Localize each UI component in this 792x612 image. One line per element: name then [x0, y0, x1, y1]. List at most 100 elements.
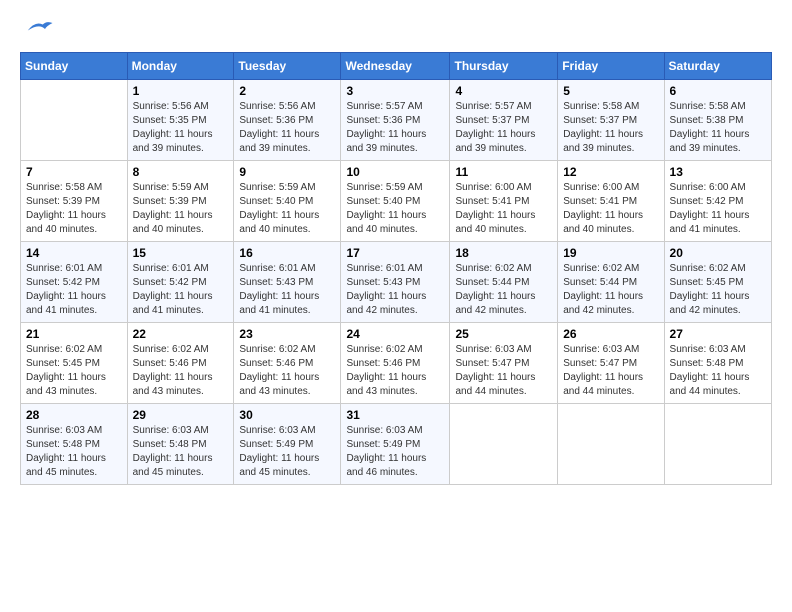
- calendar-cell: 28 Sunrise: 6:03 AMSunset: 5:48 PMDaylig…: [21, 404, 128, 485]
- day-info: Sunrise: 5:59 AMSunset: 5:40 PMDaylight:…: [346, 181, 444, 237]
- header-saturday: Saturday: [664, 53, 771, 80]
- calendar-cell: 11 Sunrise: 6:00 AMSunset: 5:41 PMDaylig…: [450, 161, 558, 242]
- day-number: 7: [26, 165, 122, 179]
- day-info: Sunrise: 6:03 AMSunset: 5:49 PMDaylight:…: [239, 424, 335, 480]
- day-info: Sunrise: 6:03 AMSunset: 5:48 PMDaylight:…: [26, 424, 122, 480]
- calendar-cell: 14 Sunrise: 6:01 AMSunset: 5:42 PMDaylig…: [21, 242, 128, 323]
- day-info: Sunrise: 6:03 AMSunset: 5:47 PMDaylight:…: [455, 343, 552, 399]
- day-number: 15: [133, 246, 229, 260]
- day-number: 16: [239, 246, 335, 260]
- day-number: 17: [346, 246, 444, 260]
- day-number: 11: [455, 165, 552, 179]
- calendar-header-row: SundayMondayTuesdayWednesdayThursdayFrid…: [21, 53, 772, 80]
- page-header: [20, 20, 772, 42]
- day-info: Sunrise: 5:56 AMSunset: 5:36 PMDaylight:…: [239, 100, 335, 156]
- calendar-cell: 16 Sunrise: 6:01 AMSunset: 5:43 PMDaylig…: [234, 242, 341, 323]
- calendar-cell: 26 Sunrise: 6:03 AMSunset: 5:47 PMDaylig…: [558, 323, 664, 404]
- header-monday: Monday: [127, 53, 234, 80]
- header-wednesday: Wednesday: [341, 53, 450, 80]
- calendar-cell: 15 Sunrise: 6:01 AMSunset: 5:42 PMDaylig…: [127, 242, 234, 323]
- day-info: Sunrise: 6:01 AMSunset: 5:43 PMDaylight:…: [346, 262, 444, 318]
- calendar-cell: 22 Sunrise: 6:02 AMSunset: 5:46 PMDaylig…: [127, 323, 234, 404]
- day-info: Sunrise: 5:59 AMSunset: 5:40 PMDaylight:…: [239, 181, 335, 237]
- calendar-cell: 3 Sunrise: 5:57 AMSunset: 5:36 PMDayligh…: [341, 80, 450, 161]
- logo-bird-icon: [24, 17, 54, 35]
- calendar-cell: 7 Sunrise: 5:58 AMSunset: 5:39 PMDayligh…: [21, 161, 128, 242]
- calendar-week-row: 7 Sunrise: 5:58 AMSunset: 5:39 PMDayligh…: [21, 161, 772, 242]
- day-number: 27: [670, 327, 766, 341]
- calendar-cell: 29 Sunrise: 6:03 AMSunset: 5:48 PMDaylig…: [127, 404, 234, 485]
- day-number: 19: [563, 246, 658, 260]
- header-sunday: Sunday: [21, 53, 128, 80]
- calendar-cell: [450, 404, 558, 485]
- day-number: 1: [133, 84, 229, 98]
- day-number: 13: [670, 165, 766, 179]
- calendar-cell: 12 Sunrise: 6:00 AMSunset: 5:41 PMDaylig…: [558, 161, 664, 242]
- day-number: 20: [670, 246, 766, 260]
- day-info: Sunrise: 6:02 AMSunset: 5:44 PMDaylight:…: [563, 262, 658, 318]
- day-info: Sunrise: 6:03 AMSunset: 5:47 PMDaylight:…: [563, 343, 658, 399]
- day-number: 30: [239, 408, 335, 422]
- day-number: 31: [346, 408, 444, 422]
- header-thursday: Thursday: [450, 53, 558, 80]
- day-info: Sunrise: 5:59 AMSunset: 5:39 PMDaylight:…: [133, 181, 229, 237]
- calendar-cell: 19 Sunrise: 6:02 AMSunset: 5:44 PMDaylig…: [558, 242, 664, 323]
- calendar-cell: 2 Sunrise: 5:56 AMSunset: 5:36 PMDayligh…: [234, 80, 341, 161]
- day-info: Sunrise: 5:58 AMSunset: 5:37 PMDaylight:…: [563, 100, 658, 156]
- calendar-week-row: 14 Sunrise: 6:01 AMSunset: 5:42 PMDaylig…: [21, 242, 772, 323]
- day-info: Sunrise: 6:03 AMSunset: 5:48 PMDaylight:…: [670, 343, 766, 399]
- day-number: 2: [239, 84, 335, 98]
- day-info: Sunrise: 6:01 AMSunset: 5:42 PMDaylight:…: [26, 262, 122, 318]
- calendar-cell: 27 Sunrise: 6:03 AMSunset: 5:48 PMDaylig…: [664, 323, 771, 404]
- logo: [20, 20, 54, 42]
- day-info: Sunrise: 5:57 AMSunset: 5:37 PMDaylight:…: [455, 100, 552, 156]
- calendar-cell: 31 Sunrise: 6:03 AMSunset: 5:49 PMDaylig…: [341, 404, 450, 485]
- day-number: 14: [26, 246, 122, 260]
- day-info: Sunrise: 6:01 AMSunset: 5:42 PMDaylight:…: [133, 262, 229, 318]
- calendar-cell: 4 Sunrise: 5:57 AMSunset: 5:37 PMDayligh…: [450, 80, 558, 161]
- calendar-cell: 25 Sunrise: 6:03 AMSunset: 5:47 PMDaylig…: [450, 323, 558, 404]
- calendar-cell: 6 Sunrise: 5:58 AMSunset: 5:38 PMDayligh…: [664, 80, 771, 161]
- day-info: Sunrise: 6:02 AMSunset: 5:46 PMDaylight:…: [133, 343, 229, 399]
- day-number: 12: [563, 165, 658, 179]
- calendar-cell: 5 Sunrise: 5:58 AMSunset: 5:37 PMDayligh…: [558, 80, 664, 161]
- day-info: Sunrise: 6:02 AMSunset: 5:44 PMDaylight:…: [455, 262, 552, 318]
- day-number: 25: [455, 327, 552, 341]
- day-number: 8: [133, 165, 229, 179]
- day-number: 18: [455, 246, 552, 260]
- calendar-table: SundayMondayTuesdayWednesdayThursdayFrid…: [20, 52, 772, 485]
- day-number: 9: [239, 165, 335, 179]
- day-info: Sunrise: 6:01 AMSunset: 5:43 PMDaylight:…: [239, 262, 335, 318]
- day-number: 10: [346, 165, 444, 179]
- calendar-cell: 23 Sunrise: 6:02 AMSunset: 5:46 PMDaylig…: [234, 323, 341, 404]
- day-number: 22: [133, 327, 229, 341]
- calendar-week-row: 21 Sunrise: 6:02 AMSunset: 5:45 PMDaylig…: [21, 323, 772, 404]
- day-info: Sunrise: 6:03 AMSunset: 5:48 PMDaylight:…: [133, 424, 229, 480]
- calendar-cell: 13 Sunrise: 6:00 AMSunset: 5:42 PMDaylig…: [664, 161, 771, 242]
- day-info: Sunrise: 6:00 AMSunset: 5:41 PMDaylight:…: [455, 181, 552, 237]
- day-number: 3: [346, 84, 444, 98]
- day-number: 26: [563, 327, 658, 341]
- day-number: 23: [239, 327, 335, 341]
- calendar-cell: [21, 80, 128, 161]
- calendar-cell: [558, 404, 664, 485]
- day-number: 29: [133, 408, 229, 422]
- day-info: Sunrise: 6:02 AMSunset: 5:45 PMDaylight:…: [26, 343, 122, 399]
- day-number: 4: [455, 84, 552, 98]
- day-info: Sunrise: 6:02 AMSunset: 5:46 PMDaylight:…: [346, 343, 444, 399]
- calendar-cell: [664, 404, 771, 485]
- day-info: Sunrise: 5:56 AMSunset: 5:35 PMDaylight:…: [133, 100, 229, 156]
- calendar-cell: 8 Sunrise: 5:59 AMSunset: 5:39 PMDayligh…: [127, 161, 234, 242]
- day-number: 28: [26, 408, 122, 422]
- calendar-cell: 1 Sunrise: 5:56 AMSunset: 5:35 PMDayligh…: [127, 80, 234, 161]
- day-number: 6: [670, 84, 766, 98]
- header-tuesday: Tuesday: [234, 53, 341, 80]
- day-number: 21: [26, 327, 122, 341]
- day-info: Sunrise: 6:02 AMSunset: 5:46 PMDaylight:…: [239, 343, 335, 399]
- day-info: Sunrise: 5:57 AMSunset: 5:36 PMDaylight:…: [346, 100, 444, 156]
- calendar-cell: 21 Sunrise: 6:02 AMSunset: 5:45 PMDaylig…: [21, 323, 128, 404]
- calendar-cell: 30 Sunrise: 6:03 AMSunset: 5:49 PMDaylig…: [234, 404, 341, 485]
- day-info: Sunrise: 6:02 AMSunset: 5:45 PMDaylight:…: [670, 262, 766, 318]
- day-number: 24: [346, 327, 444, 341]
- calendar-week-row: 28 Sunrise: 6:03 AMSunset: 5:48 PMDaylig…: [21, 404, 772, 485]
